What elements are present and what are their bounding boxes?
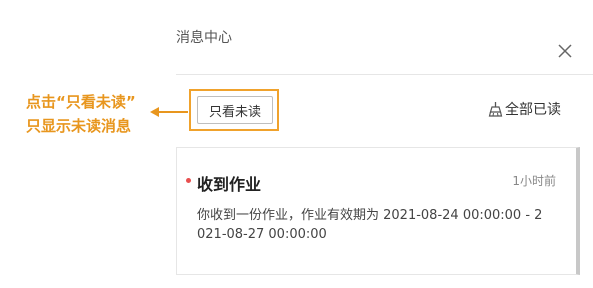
arrow-left-icon <box>150 107 188 117</box>
page-title: 消息中心 <box>176 30 232 46</box>
annotation-callout: 点击“只看未读” 只显示未读消息 <box>26 90 136 138</box>
message-time: 1小时前 <box>512 174 556 188</box>
message-body: 你收到一份作业，作业有效期为 2021-08-24 00:00:00 - 202… <box>197 208 543 242</box>
header-divider <box>176 74 593 75</box>
unread-filter-button[interactable]: 只看未读 <box>197 96 273 124</box>
unread-filter-label: 只看未读 <box>208 104 261 120</box>
unread-dot <box>186 178 191 183</box>
mark-all-read-label: 全部已读 <box>505 102 561 118</box>
broom-icon <box>488 102 503 117</box>
close-icon[interactable] <box>556 42 574 60</box>
mark-all-read-button[interactable]: 全部已读 <box>488 99 561 119</box>
message-title: 收到作业 <box>197 175 262 194</box>
annotation-line-1: 点击“只看未读” <box>26 93 136 111</box>
message-card[interactable]: 收到作业 1小时前 你收到一份作业，作业有效期为 2021-08-24 00:0… <box>176 147 580 275</box>
annotation-line-2: 只显示未读消息 <box>26 117 132 135</box>
